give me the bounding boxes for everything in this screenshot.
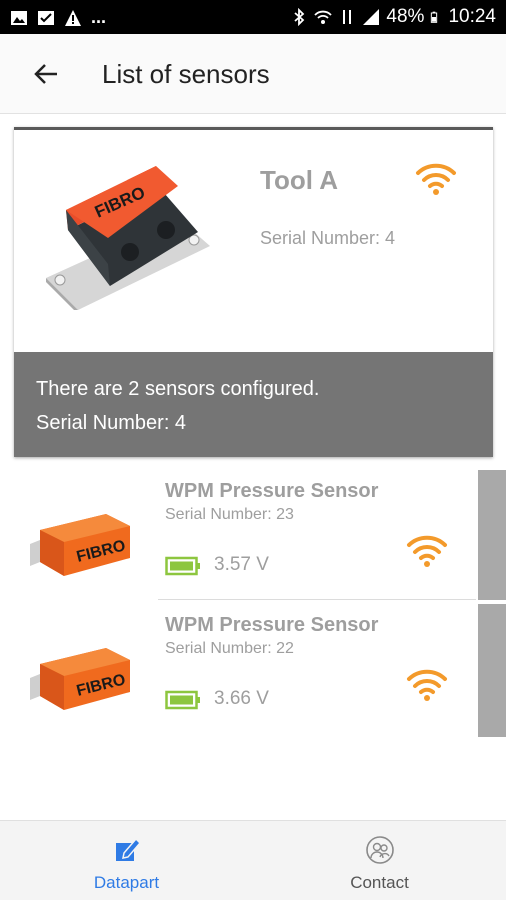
data-transfer-icon (343, 10, 352, 24)
list-divider (158, 599, 476, 600)
contact-icon (365, 836, 394, 864)
status-bar: ... 48% 10:24 (0, 0, 506, 34)
tool-info-serial: Serial Number: 4 (36, 412, 187, 434)
tool-sensor-image: FIBRO (46, 166, 210, 310)
swipe-action-handle[interactable] (478, 470, 506, 600)
sensor-list-item[interactable]: FIBRO WPM Pressure Sensor Serial Number:… (0, 604, 476, 734)
sensor-serial-number: Serial Number: 22 (165, 640, 294, 657)
tool-serial-number: Serial Number: 4 (260, 228, 396, 248)
checklist-icon (38, 10, 54, 25)
status-bar-left: ... (10, 7, 106, 28)
gallery-icon (11, 10, 27, 25)
page-title: List of sensors (102, 59, 270, 89)
battery-percent: 48% (386, 6, 425, 27)
app-bar: List of sensors (0, 34, 506, 114)
tool-card[interactable]: FIBRO Tool A Serial Number: 4 There are … (14, 127, 493, 457)
sensor-voltage: 3.66 V (214, 688, 269, 709)
nav-item-contact[interactable]: Contact (253, 821, 506, 900)
tool-info-panel: There are 2 sensors configured. Serial N… (14, 352, 493, 457)
sensor-name: WPM Pressure Sensor (165, 614, 379, 636)
sensor-name: WPM Pressure Sensor (165, 480, 379, 502)
clock: 10:24 (448, 6, 496, 27)
battery-icon (165, 556, 200, 576)
wifi-icon (407, 535, 447, 567)
bluetooth-icon (294, 8, 305, 26)
edit-icon (115, 837, 141, 861)
tool-name: Tool A (260, 165, 338, 195)
wifi-icon (416, 163, 456, 195)
warning-icon (65, 9, 81, 26)
nav-label-contact: Contact (350, 873, 409, 892)
sensor-list-item[interactable]: FIBRO WPM Pressure Sensor Serial Number:… (0, 470, 476, 600)
cell-signal-icon (363, 9, 380, 25)
pressure-sensor-image: FIBRO (30, 514, 130, 576)
screen: ... 48% 10:24 List of sensors FIBRO Tool… (0, 0, 506, 900)
sensor-count-text: There are 2 sensors configured. (36, 378, 320, 400)
arrow-left-icon (34, 64, 57, 84)
nav-item-datapart[interactable]: Datapart (0, 821, 253, 900)
battery-icon (165, 690, 200, 710)
back-button[interactable] (28, 56, 64, 92)
pressure-sensor-image: FIBRO (30, 648, 130, 710)
wifi-status-icon (314, 10, 333, 24)
status-overflow: ... (91, 7, 107, 27)
bottom-navigation: Datapart Contact (0, 820, 506, 900)
swipe-action-handle[interactable] (478, 604, 506, 737)
sensor-serial-number: Serial Number: 23 (165, 506, 294, 523)
nav-label-datapart: Datapart (93, 873, 160, 892)
status-bar-right: 48% 10:24 (290, 6, 496, 28)
battery-status-icon (431, 11, 438, 23)
sensor-voltage: 3.57 V (214, 554, 269, 575)
wifi-icon (407, 669, 447, 701)
